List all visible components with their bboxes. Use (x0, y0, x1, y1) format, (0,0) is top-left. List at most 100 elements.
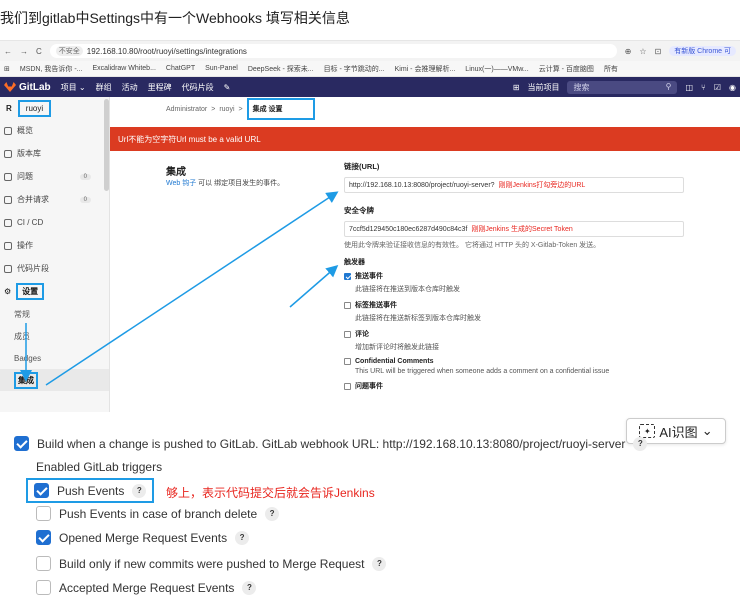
trigger-comments[interactable]: 评论 (344, 329, 684, 339)
help-icon[interactable]: ? (242, 580, 257, 595)
sidebar-item-settings[interactable]: ⚙ 设置 (0, 280, 109, 303)
sidebar-sub-members[interactable]: 成员 (0, 325, 109, 347)
plus-icon[interactable]: ⊞ (513, 83, 520, 92)
breadcrumb-project[interactable]: ruoyi (219, 106, 234, 113)
new-commits-row[interactable]: Build only if new commits were pushed to… (36, 556, 387, 571)
sidebar-item-merge-requests[interactable]: 合并请求 0 (0, 188, 109, 211)
todos-icon[interactable]: ☑ (714, 83, 721, 92)
sidebar-sub-general[interactable]: 常规 (0, 303, 109, 325)
insecure-badge: 不安全 (55, 46, 83, 56)
forward-icon[interactable]: → (20, 47, 28, 56)
bookmark-item[interactable]: Linux(一)——VMw... (465, 64, 528, 74)
breadcrumb-admin[interactable]: Administrator (166, 106, 207, 113)
accepted-mr-row[interactable]: Accepted Merge Request Events ? (36, 580, 257, 595)
url-input[interactable]: http://192.168.10.13:8080/project/ruoyi-… (344, 177, 684, 193)
integrations-title: 集成 (166, 167, 186, 178)
push-branch-delete-row[interactable]: Push Events in case of branch delete ? (36, 506, 280, 521)
star-icon[interactable]: ☆ (639, 47, 646, 56)
chrome-update-pill[interactable]: 有新版 Chrome 可 (669, 46, 736, 56)
sidebar-item-repository[interactable]: 版本库 (0, 142, 109, 165)
merge-requests-icon[interactable]: ⑂ (701, 83, 706, 92)
trigger-push-events[interactable]: 推送事件 (344, 271, 684, 281)
wrench-icon[interactable]: ✎ (224, 83, 231, 92)
mr-count: 0 (79, 196, 91, 203)
nav-projects[interactable]: 项目 ⌄ (61, 82, 86, 93)
checkbox-icon[interactable] (36, 556, 51, 571)
extensions-icon[interactable]: ⊡ (655, 47, 662, 56)
issues-icon (4, 172, 12, 181)
sidebar-project[interactable]: R ruoyi (0, 97, 109, 119)
trigger-confidential-comments[interactable]: Confidential Comments (344, 358, 684, 365)
trigger-issues[interactable]: 问题事件 (344, 381, 684, 391)
nav-snippets[interactable]: 代码片段 (182, 82, 214, 93)
checkbox-checked-icon[interactable] (14, 436, 29, 451)
triggers-title: 触发器 (344, 259, 365, 266)
bookmark-item[interactable]: Excalidraw Whiteb... (93, 65, 156, 72)
bookmark-item[interactable]: Sun-Panel (205, 65, 238, 72)
translate-icon[interactable]: ⊕ (625, 47, 632, 56)
sidebar-item-issues[interactable]: 问题 0 (0, 165, 109, 188)
checkbox-icon[interactable] (344, 358, 351, 365)
avatar[interactable]: ◉ (729, 83, 736, 92)
help-icon[interactable]: ? (372, 556, 387, 571)
trigger-tag-push[interactable]: 标签推送事件 (344, 300, 684, 310)
trigger-desc: 此链接将在推送到版本仓库时触发 (355, 286, 460, 293)
gitlab-logo[interactable]: GitLab (4, 82, 51, 93)
reload-icon[interactable]: C (36, 47, 42, 56)
rocket-icon (4, 218, 12, 227)
enabled-triggers-heading: Enabled GitLab triggers (36, 460, 163, 474)
merge-icon (4, 195, 12, 204)
bookmark-item[interactable]: DeepSeek - 探索未... (248, 64, 314, 74)
bookmark-item[interactable]: Kimi - 会推理解析... (395, 64, 456, 74)
help-icon[interactable]: ? (132, 483, 147, 498)
help-icon[interactable]: ? (633, 436, 648, 451)
opened-mr-row[interactable]: Opened Merge Request Events ? (36, 530, 250, 545)
checkbox-checked-icon[interactable] (344, 272, 351, 280)
issues-count: 0 (79, 173, 91, 180)
bookmark-item[interactable]: MSDN, 我告诉你 -... (20, 64, 83, 74)
push-events-row[interactable]: Push Events ? (26, 478, 155, 503)
apps-icon[interactable]: ⊞ (4, 65, 10, 73)
trigger-label: Confidential Comments (355, 358, 434, 365)
help-icon[interactable]: ? (265, 506, 280, 521)
nav-groups[interactable]: 群组 (96, 82, 112, 93)
sidebar-sub-badges[interactable]: Badges (0, 347, 109, 369)
token-input[interactable]: 7ccf5d129450c180ec6287d490c84c3f 刚刚Jenki… (344, 221, 684, 237)
webhooks-link[interactable]: Web 钩子 (166, 180, 196, 187)
build-trigger-row[interactable]: Build when a change is pushed to GitLab.… (14, 436, 648, 451)
current-project-scope[interactable]: 当前项目 (527, 82, 559, 93)
checkbox-icon[interactable] (344, 382, 351, 390)
issues-icon[interactable]: ◫ (685, 83, 693, 92)
error-alert: Url不能为空字符Url must be a valid URL (110, 127, 740, 151)
sidebar-item-label: 问题 (17, 172, 33, 181)
checkbox-icon[interactable] (344, 301, 351, 309)
checkbox-checked-icon[interactable] (36, 530, 51, 545)
trigger-label: 问题事件 (355, 383, 383, 390)
sidebar-item-operations[interactable]: 操作 (0, 234, 109, 257)
sidebar-item-label: 概览 (17, 126, 33, 135)
token-help: 使用此令牌来验证接收信息的有效性。 它将通过 HTTP 头的 X-Gitlab-… (344, 242, 601, 249)
push-events-label: Push Events (57, 483, 125, 498)
help-icon[interactable]: ? (235, 530, 250, 545)
token-label: 安全令牌 (344, 206, 374, 215)
sidebar-sub-integrations[interactable]: 集成 (0, 369, 109, 391)
search-input[interactable]: 搜索 ⚲ (567, 80, 678, 94)
sidebar-item-overview[interactable]: 概览 (0, 119, 109, 142)
back-icon[interactable]: ← (4, 47, 12, 56)
bookmark-item[interactable]: ChatGPT (166, 65, 195, 72)
sidebar-scrollbar[interactable] (104, 99, 109, 191)
checkbox-icon[interactable] (36, 580, 51, 595)
checkbox-icon[interactable] (36, 506, 51, 521)
bookmark-item[interactable]: 云计算 - 百度脑图 (539, 64, 594, 74)
all-bookmarks[interactable]: 所有 (604, 64, 618, 74)
nav-activity[interactable]: 活动 (122, 82, 138, 93)
sidebar-item-snippets[interactable]: 代码片段 (0, 257, 109, 280)
nav-milestones[interactable]: 里程碑 (148, 82, 172, 93)
url-field[interactable]: 不安全 192.168.10.80/root/ruoyi/settings/in… (49, 44, 617, 58)
search-placeholder: 搜索 (573, 82, 590, 92)
bookmark-item[interactable]: 目标 - 字节跳动的... (324, 64, 385, 74)
page-heading: 我们到gitlab中Settings中有一个Webhooks 填写相关信息 (0, 10, 350, 26)
sidebar-item-cicd[interactable]: CI / CD (0, 211, 109, 234)
checkbox-icon[interactable] (344, 330, 351, 338)
checkbox-checked-icon[interactable] (34, 483, 49, 498)
